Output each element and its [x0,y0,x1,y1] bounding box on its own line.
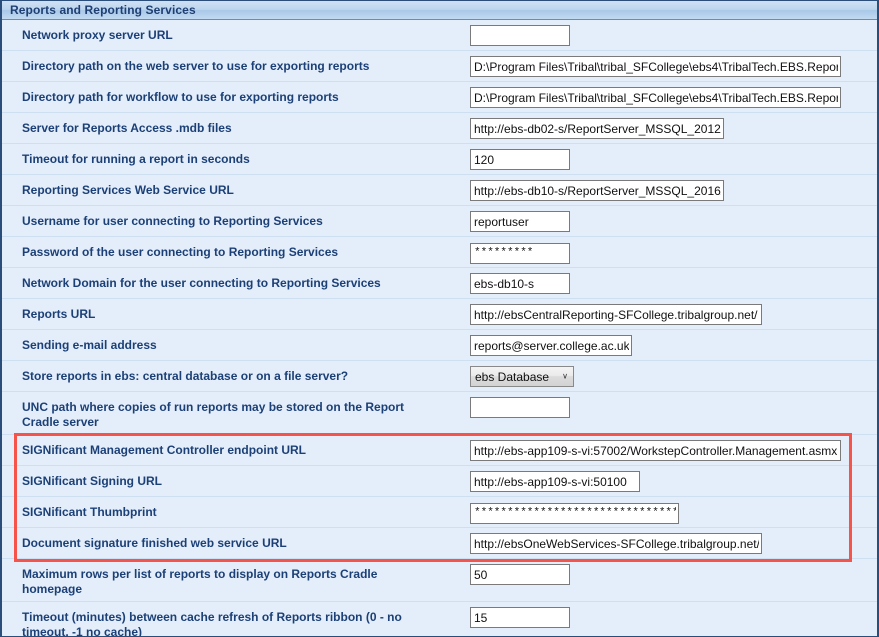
setting-label: Reports URL [2,299,470,326]
setting-text-input[interactable] [470,273,570,294]
setting-text-input[interactable] [470,149,570,170]
setting-control-cell [470,435,877,461]
setting-password-input[interactable] [470,503,679,524]
setting-text-input[interactable] [470,211,570,232]
setting-label: Username for user connecting to Reportin… [2,206,470,233]
settings-row: Directory path on the web server to use … [2,51,877,82]
settings-rows-container: Network proxy server URL Directory path o… [2,20,877,637]
settings-row: Store reports in ebs: central database o… [2,361,877,392]
setting-text-input[interactable] [470,56,841,77]
panel-header: Reports and Reporting Services [2,1,877,20]
setting-label: Timeout for running a report in seconds [2,144,470,171]
setting-text-input[interactable] [470,440,841,461]
setting-control-cell: ebs DatabaseFile Server∨ [470,361,877,387]
setting-label: Document signature finished web service … [2,528,470,555]
setting-label: Reporting Services Web Service URL [2,175,470,202]
setting-control-cell [470,20,877,46]
settings-row: SIGNificant Management Controller endpoi… [2,435,877,466]
setting-dropdown[interactable]: ebs DatabaseFile Server [470,366,574,387]
setting-text-input[interactable] [470,471,640,492]
dropdown-wrapper: ebs DatabaseFile Server∨ [470,366,574,387]
setting-text-input[interactable] [470,533,762,554]
setting-control-cell [470,466,877,492]
setting-control-cell [470,51,877,77]
setting-control-cell [470,392,877,418]
settings-row: Maximum rows per list of reports to disp… [2,559,877,602]
setting-control-cell [470,206,877,232]
setting-text-input[interactable] [470,87,841,108]
setting-control-cell [470,602,877,628]
setting-label: Timeout (minutes) between cache refresh … [2,602,470,637]
setting-label: Maximum rows per list of reports to disp… [2,559,470,601]
setting-control-cell [470,175,877,201]
setting-label: SIGNificant Thumbprint [2,497,470,524]
setting-label: SIGNificant Management Controller endpoi… [2,435,470,462]
setting-label: Sending e-mail address [2,330,470,357]
setting-label: Network proxy server URL [2,20,470,47]
setting-text-input[interactable] [470,564,570,585]
setting-password-input[interactable] [470,243,570,264]
setting-control-cell [470,559,877,585]
setting-text-input[interactable] [470,607,570,628]
setting-control-cell [470,144,877,170]
setting-text-input[interactable] [470,397,570,418]
settings-row: SIGNificant Signing URL [2,466,877,497]
setting-control-cell [470,82,877,108]
setting-control-cell [470,113,877,139]
settings-row: Network proxy server URL [2,20,877,51]
settings-row: Directory path for workflow to use for e… [2,82,877,113]
settings-row: Document signature finished web service … [2,528,877,559]
setting-label: Directory path on the web server to use … [2,51,470,78]
setting-text-input[interactable] [470,118,724,139]
settings-row: Timeout for running a report in seconds [2,144,877,175]
setting-label: UNC path where copies of run reports may… [2,392,470,434]
settings-row: SIGNificant Thumbprint [2,497,877,528]
setting-label: Network Domain for the user connecting t… [2,268,470,295]
setting-text-input[interactable] [470,304,762,325]
setting-label: Server for Reports Access .mdb files [2,113,470,140]
setting-text-input[interactable] [470,335,632,356]
settings-row: Timeout (minutes) between cache refresh … [2,602,877,637]
setting-text-input[interactable] [470,180,724,201]
setting-label: Directory path for workflow to use for e… [2,82,470,109]
setting-control-cell [470,237,877,264]
setting-label: Store reports in ebs: central database o… [2,361,470,388]
settings-row: Sending e-mail address [2,330,877,361]
setting-control-cell [470,497,877,524]
settings-row: UNC path where copies of run reports may… [2,392,877,435]
settings-row: Reports URL [2,299,877,330]
settings-panel: Reports and Reporting Services Network p… [0,0,879,637]
setting-control-cell [470,528,877,554]
settings-row: Server for Reports Access .mdb files [2,113,877,144]
setting-control-cell [470,268,877,294]
settings-row: Username for user connecting to Reportin… [2,206,877,237]
setting-control-cell [470,299,877,325]
page-title: Reports and Reporting Services [10,3,196,17]
settings-row: Network Domain for the user connecting t… [2,268,877,299]
setting-label: SIGNificant Signing URL [2,466,470,493]
setting-label: Password of the user connecting to Repor… [2,237,470,264]
settings-row: Password of the user connecting to Repor… [2,237,877,268]
settings-row: Reporting Services Web Service URL [2,175,877,206]
setting-control-cell [470,330,877,356]
setting-text-input[interactable] [470,25,570,46]
